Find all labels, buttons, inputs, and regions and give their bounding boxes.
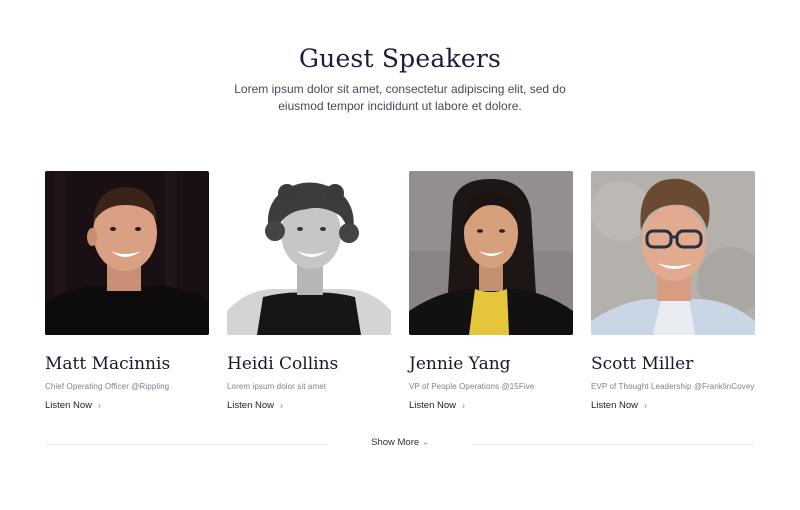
listen-now-label: Listen Now [409, 400, 456, 411]
speaker-photo-image [409, 171, 573, 335]
speaker-photo-image [227, 171, 391, 335]
listen-now-label: Listen Now [227, 400, 274, 411]
speaker-name: Matt Macinnis [45, 354, 171, 374]
speaker-photo-image [45, 171, 209, 335]
speaker-photo[interactable] [227, 171, 391, 335]
speaker-name: Heidi Collins [227, 354, 339, 374]
speaker-card: Matt Macinnis Chief Operating Officer @R… [45, 171, 209, 413]
section-subtitle: Lorem ipsum dolor sit amet, consectetur … [234, 82, 566, 113]
listen-now-link[interactable]: Listen Now › [409, 400, 465, 411]
chevron-right-icon: › [644, 400, 647, 410]
speaker-photo-image [591, 171, 755, 335]
speaker-role: VP of People Operations @15Five [409, 382, 535, 391]
speaker-name: Jennie Yang [409, 354, 511, 374]
chevron-right-icon: › [280, 400, 283, 410]
speaker-photo[interactable] [45, 171, 209, 335]
listen-now-link[interactable]: Listen Now › [591, 400, 647, 411]
divider [45, 444, 328, 445]
speaker-role: Lorem ipsum dolor sit amet [227, 382, 327, 391]
listen-now-link[interactable]: Listen Now › [45, 400, 101, 411]
speaker-card: Jennie Yang VP of People Operations @15F… [409, 171, 573, 413]
show-more-button[interactable]: Show More ⌄ [340, 437, 460, 448]
speaker-photo[interactable] [591, 171, 755, 335]
listen-now-link[interactable]: Listen Now › [227, 400, 283, 411]
divider [472, 444, 755, 445]
listen-now-label: Listen Now [591, 400, 638, 411]
speaker-photo[interactable] [409, 171, 573, 335]
listen-now-label: Listen Now [45, 400, 92, 411]
chevron-right-icon: › [98, 400, 101, 410]
chevron-down-icon: ⌄ [422, 437, 429, 447]
speaker-card: Heidi Collins Lorem ipsum dolor sit amet… [227, 171, 391, 413]
chevron-right-icon: › [462, 400, 465, 410]
speaker-grid: Matt Macinnis Chief Operating Officer @R… [45, 171, 755, 416]
section-title: Guest Speakers [298, 44, 502, 73]
speaker-role: EVP of Thought Leadership @FranklinCovey [591, 382, 755, 391]
speaker-name: Scott Miller [591, 354, 694, 374]
speaker-role: Chief Operating Officer @Rippling [45, 382, 170, 391]
show-more-label: Show More [371, 437, 420, 448]
speaker-card: Scott Miller EVP of Thought Leadership @… [591, 171, 755, 413]
